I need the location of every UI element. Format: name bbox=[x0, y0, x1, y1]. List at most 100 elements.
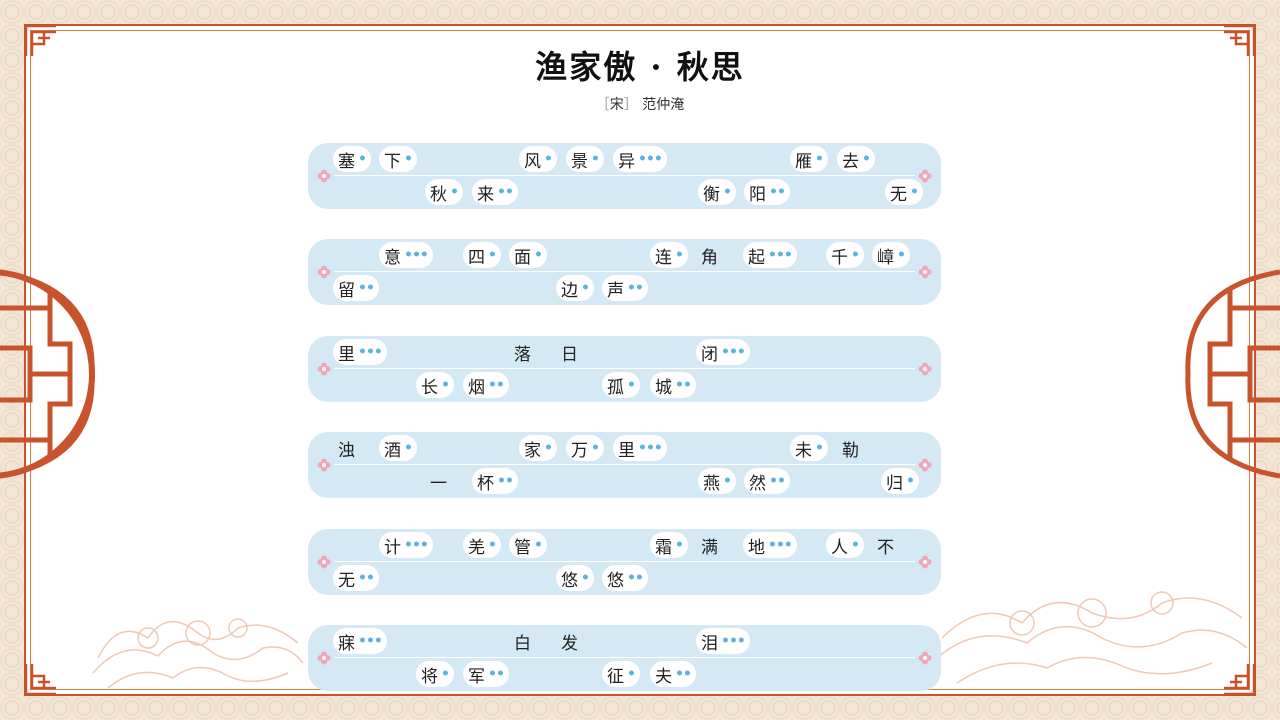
tone-dots-icon: • bbox=[862, 151, 871, 167]
poem-char: 塞 • bbox=[333, 146, 371, 172]
poem-char: 落 bbox=[509, 339, 536, 365]
tone-dots-icon: • bbox=[441, 666, 450, 682]
tone-dots-icon: •• bbox=[497, 184, 514, 200]
flower-icon bbox=[317, 650, 331, 665]
poem-char: 浊 bbox=[333, 435, 360, 461]
poem-char: 去 • bbox=[837, 146, 875, 172]
flower-icon bbox=[918, 457, 932, 472]
char-text: 去 bbox=[842, 151, 859, 172]
poem-char: 征 • bbox=[602, 661, 640, 687]
poem-char: 千 • bbox=[826, 242, 864, 268]
poem-char: 发 bbox=[556, 628, 583, 654]
char-text: 浊 bbox=[338, 440, 355, 461]
poem-char: 无 • bbox=[885, 179, 923, 205]
poem-char: 雁 • bbox=[790, 146, 828, 172]
char-text: 悠 bbox=[607, 570, 624, 591]
tone-dots-icon: • bbox=[441, 377, 450, 393]
char-text: 夫 bbox=[655, 666, 672, 687]
tone-dots-icon: •• bbox=[769, 473, 786, 489]
tone-dots-icon: • bbox=[581, 570, 590, 586]
char-text: 霜 bbox=[655, 537, 672, 558]
char-text: 衡 bbox=[703, 184, 720, 205]
char-text: 白 bbox=[514, 633, 531, 654]
char-text: 勒 bbox=[842, 440, 859, 461]
char-text: 万 bbox=[571, 440, 588, 461]
poem-char: 孤 • bbox=[602, 372, 640, 398]
char-text: 塞 bbox=[338, 151, 355, 172]
char-text: 寐 bbox=[338, 633, 355, 654]
poem-char: 景 • bbox=[566, 146, 604, 172]
tone-dots-icon: • bbox=[627, 666, 636, 682]
tone-dots-icon: •• bbox=[497, 473, 514, 489]
char-text: 家 bbox=[524, 440, 541, 461]
poem-char: 边 • bbox=[556, 275, 594, 301]
poem-line: 浊酒 • 家 • 万 • 里 ••• 未 • 勒一杯 •• 燕 • 然 •• 归 • bbox=[308, 432, 941, 498]
poem-char: 家 • bbox=[519, 435, 557, 461]
char-text: 杯 bbox=[477, 473, 494, 494]
poem-char: 计 ••• bbox=[379, 532, 433, 558]
line-divider bbox=[334, 561, 915, 562]
tone-dots-icon: • bbox=[581, 280, 590, 296]
poem-char: 军 •• bbox=[463, 661, 509, 687]
tone-dots-icon: • bbox=[675, 247, 684, 263]
poem-title: 渔家傲 · 秋思 bbox=[535, 48, 745, 86]
poem-char: 下 • bbox=[379, 146, 417, 172]
char-text: 千 bbox=[831, 247, 848, 268]
poem-char: 秋 • bbox=[425, 179, 463, 205]
poem-line: 里 ••• 落日闭 ••• 长 • 烟 •• 孤 • 城 •• bbox=[308, 336, 941, 402]
tone-dots-icon: ••• bbox=[768, 537, 793, 553]
char-text: 意 bbox=[384, 247, 401, 268]
char-text: 留 bbox=[338, 280, 355, 301]
dynasty-tag: ［宋］ bbox=[595, 97, 638, 113]
poem-char: 夫 •• bbox=[650, 661, 696, 687]
flower-icon bbox=[918, 361, 932, 376]
poem-char: 城 •• bbox=[650, 372, 696, 398]
char-text: 秋 bbox=[430, 184, 447, 205]
flower-icon bbox=[317, 361, 331, 376]
poem-char: 燕 • bbox=[698, 468, 736, 494]
tone-dots-icon: • bbox=[723, 473, 732, 489]
char-text: 下 bbox=[384, 151, 401, 172]
tone-dots-icon: • bbox=[488, 537, 497, 553]
tone-dots-icon: • bbox=[534, 537, 543, 553]
poem-line: 意 ••• 四 • 面 • 连 • 角起 ••• 千 • 嶂 • 留 •• 边 • 声 •• bbox=[308, 239, 941, 305]
poem-char: 留 •• bbox=[333, 275, 379, 301]
poem-line: 寐 ••• 白发泪 ••• 将 • 军 •• 征 • 夫 •• bbox=[308, 625, 941, 691]
poem-char: 悠 • bbox=[556, 565, 594, 591]
poem-char: 万 • bbox=[566, 435, 604, 461]
poem-char: 风 • bbox=[519, 146, 557, 172]
char-text: 阳 bbox=[749, 184, 766, 205]
char-text: 起 bbox=[748, 247, 765, 268]
char-text: 嶂 bbox=[877, 247, 894, 268]
poem-char: 日 bbox=[556, 339, 583, 365]
cloud-ornament-icon bbox=[936, 591, 1248, 684]
char-text: 雁 bbox=[795, 151, 812, 172]
poem-char: 连 • bbox=[650, 242, 688, 268]
line-divider bbox=[334, 175, 915, 176]
char-text: 风 bbox=[524, 151, 541, 172]
poem-char: 意 ••• bbox=[379, 242, 433, 268]
char-text: 满 bbox=[701, 537, 718, 558]
line-divider bbox=[334, 271, 915, 272]
char-text: 然 bbox=[749, 473, 766, 494]
char-text: 羌 bbox=[468, 537, 485, 558]
cloud-ornament-icon bbox=[92, 618, 304, 689]
tone-dots-icon: ••• bbox=[358, 344, 383, 360]
tone-dots-icon: ••• bbox=[404, 537, 429, 553]
tone-dots-icon: •• bbox=[358, 280, 375, 296]
flower-icon bbox=[918, 168, 932, 183]
char-text: 一 bbox=[430, 473, 447, 494]
tone-dots-icon: • bbox=[675, 537, 684, 553]
char-text: 归 bbox=[886, 473, 903, 494]
poem-char: 管 • bbox=[509, 532, 547, 558]
tone-dots-icon: • bbox=[815, 440, 824, 456]
char-text: 连 bbox=[655, 247, 672, 268]
tone-dots-icon: • bbox=[723, 184, 732, 200]
char-text: 无 bbox=[338, 570, 355, 591]
char-text: 里 bbox=[618, 440, 635, 461]
tone-dots-icon: • bbox=[906, 473, 915, 489]
char-text: 军 bbox=[468, 666, 485, 687]
char-text: 异 bbox=[618, 151, 635, 172]
poem-char: 四 • bbox=[463, 242, 501, 268]
flower-icon bbox=[918, 554, 932, 569]
